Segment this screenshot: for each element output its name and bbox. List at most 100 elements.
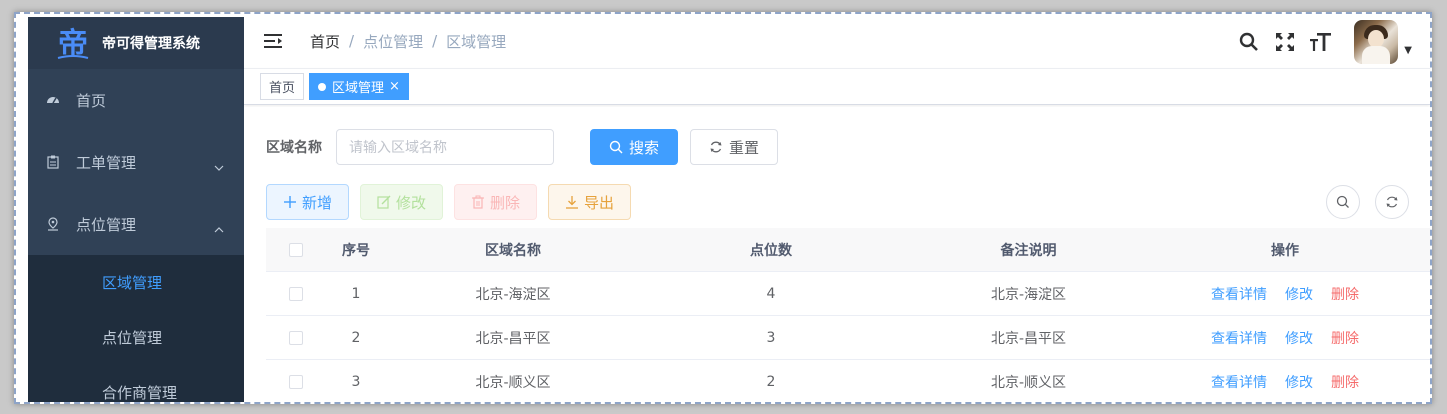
row-remark: 北京-昌平区 — [990, 330, 1067, 347]
row-remark: 北京-海淀区 — [990, 286, 1067, 303]
active-dot-icon — [318, 82, 327, 91]
breadcrumb-current: 区域管理 — [446, 32, 507, 51]
download-icon — [565, 195, 579, 209]
edit-button-label: 修改 — [396, 193, 427, 212]
row-checkbox[interactable] — [289, 374, 303, 389]
hamburger-icon[interactable] — [264, 33, 284, 49]
page-content: 区域名称 请输入区域名称 搜索 重置 新增 修改 删除 导出 序号 区域名称 点… — [244, 107, 1430, 402]
row-actions: 查看详情 修改 删除 — [1155, 328, 1415, 348]
clipboard-icon — [46, 155, 60, 169]
area-name-label: 区域名称 — [266, 140, 322, 156]
row-index: 3 — [351, 373, 361, 390]
row-checkbox-cell — [266, 330, 326, 345]
edit-button[interactable]: 修改 — [360, 184, 444, 220]
row-point-count: 3 — [766, 329, 776, 346]
reset-button[interactable]: 重置 — [690, 129, 779, 165]
export-button-label: 导出 — [584, 193, 615, 212]
view-details-link[interactable]: 查看详情 — [1211, 284, 1267, 304]
breadcrumb-separator: / — [349, 32, 355, 50]
sidebar-item-workorders[interactable]: 工单管理 — [28, 131, 244, 193]
area-table: 序号 区域名称 点位数 备注说明 操作 1 北京-海淀区 4 北京-海淀区 查看… — [266, 228, 1430, 402]
row-point-count: 4 — [766, 285, 776, 302]
add-button-label: 新增 — [302, 193, 333, 212]
main-area: 首页 / 点位管理 / 区域管理 ▼ 首页 区域管理 × 区域名称 请输入区域名… — [244, 14, 1430, 402]
sidebar-item-area-management[interactable]: 区域管理 — [28, 255, 244, 310]
avatar[interactable] — [1354, 20, 1399, 64]
sidebar-item-partner-management[interactable]: 合作商管理 — [28, 365, 244, 402]
edit-link[interactable]: 修改 — [1285, 284, 1313, 304]
area-name-input[interactable]: 请输入区域名称 — [336, 129, 554, 165]
breadcrumb-points: 点位管理 — [363, 32, 424, 51]
caret-down-icon[interactable]: ▼ — [1404, 45, 1412, 56]
export-button[interactable]: 导出 — [548, 184, 632, 220]
delete-button-label: 删除 — [490, 193, 521, 212]
tag-label: 首页 — [269, 81, 296, 96]
row-checkbox-cell — [266, 374, 326, 389]
row-actions: 查看详情 修改 删除 — [1155, 284, 1415, 304]
sidebar: 帝 帝可得管理系统 首页 工单管理 点位管理 区域管理 点位管理 合作商管理 — [28, 17, 244, 402]
header-index: 序号 — [342, 242, 370, 259]
view-details-link[interactable]: 查看详情 — [1211, 372, 1267, 392]
search-icon[interactable] — [1238, 31, 1260, 53]
location-pin-icon — [46, 217, 60, 231]
search-form: 区域名称 请输入区域名称 搜索 重置 — [266, 129, 779, 165]
navbar: 首页 / 点位管理 / 区域管理 ▼ — [244, 14, 1430, 69]
edit-link[interactable]: 修改 — [1285, 328, 1313, 348]
header-point-count: 点位数 — [750, 242, 792, 259]
header-checkbox-cell — [266, 242, 326, 257]
search-icon — [1336, 195, 1349, 208]
sidebar-item-label: 工单管理 — [76, 153, 137, 172]
sidebar-item-home[interactable]: 首页 — [28, 69, 244, 131]
row-area-name: 北京-顺义区 — [475, 374, 551, 391]
trash-icon — [471, 195, 485, 209]
reset-button-label: 重置 — [729, 138, 760, 157]
delete-link[interactable]: 删除 — [1331, 284, 1359, 304]
close-icon[interactable]: × — [389, 79, 400, 94]
row-index: 2 — [351, 329, 361, 346]
refresh-table-button[interactable] — [1375, 185, 1409, 219]
row-point-count: 2 — [766, 373, 776, 390]
row-area-name: 北京-昌平区 — [475, 330, 551, 347]
edit-icon — [377, 195, 391, 209]
toggle-search-button[interactable] — [1326, 185, 1360, 219]
sidebar-item-label: 点位管理 — [76, 215, 137, 234]
row-checkbox-cell — [266, 286, 326, 301]
header-remark: 备注说明 — [1000, 242, 1057, 259]
add-button[interactable]: 新增 — [266, 184, 350, 220]
logo-bar[interactable]: 帝 帝可得管理系统 — [28, 17, 244, 69]
delete-link[interactable]: 删除 — [1331, 372, 1359, 392]
sidebar-item-points[interactable]: 点位管理 — [28, 193, 244, 255]
header-area-name: 区域名称 — [485, 242, 541, 259]
row-actions: 查看详情 修改 删除 — [1155, 372, 1415, 392]
sidebar-item-point-management[interactable]: 点位管理 — [28, 310, 244, 365]
delete-button[interactable]: 删除 — [454, 184, 538, 220]
submenu-points: 区域管理 点位管理 合作商管理 — [28, 255, 244, 402]
chevron-down-icon — [214, 157, 224, 175]
edit-link[interactable]: 修改 — [1285, 372, 1313, 392]
row-checkbox[interactable] — [289, 330, 303, 345]
breadcrumb-home[interactable]: 首页 — [310, 31, 340, 52]
header-actions: 操作 — [1271, 242, 1299, 259]
dashboard-icon — [46, 93, 60, 107]
tag-label: 区域管理 — [332, 81, 385, 96]
app-window: 帝 帝可得管理系统 首页 工单管理 点位管理 区域管理 点位管理 合作商管理 首… — [14, 12, 1432, 404]
row-checkbox[interactable] — [289, 286, 303, 301]
delete-link[interactable]: 删除 — [1331, 328, 1359, 348]
refresh-icon — [1386, 196, 1398, 208]
table-row: 2 北京-昌平区 3 北京-昌平区 查看详情 修改 删除 — [266, 316, 1430, 360]
logo-icon: 帝 — [56, 24, 90, 62]
view-details-link[interactable]: 查看详情 — [1211, 328, 1267, 348]
row-area-name: 北京-海淀区 — [475, 286, 551, 303]
search-button[interactable]: 搜索 — [590, 129, 679, 165]
font-size-icon[interactable] — [1310, 31, 1332, 53]
table-row: 3 北京-顺义区 2 北京-顺义区 查看详情 修改 删除 — [266, 360, 1430, 402]
fullscreen-icon[interactable] — [1274, 31, 1296, 53]
select-all-checkbox[interactable] — [289, 242, 303, 257]
row-remark: 北京-顺义区 — [990, 374, 1067, 391]
tag-home[interactable]: 首页 — [260, 73, 305, 100]
tag-area-management[interactable]: 区域管理 × — [309, 73, 409, 100]
app-title: 帝可得管理系统 — [102, 36, 200, 52]
breadcrumb: 首页 / 点位管理 / 区域管理 — [310, 31, 506, 52]
plus-icon — [283, 195, 297, 209]
breadcrumb-separator: / — [432, 32, 438, 50]
